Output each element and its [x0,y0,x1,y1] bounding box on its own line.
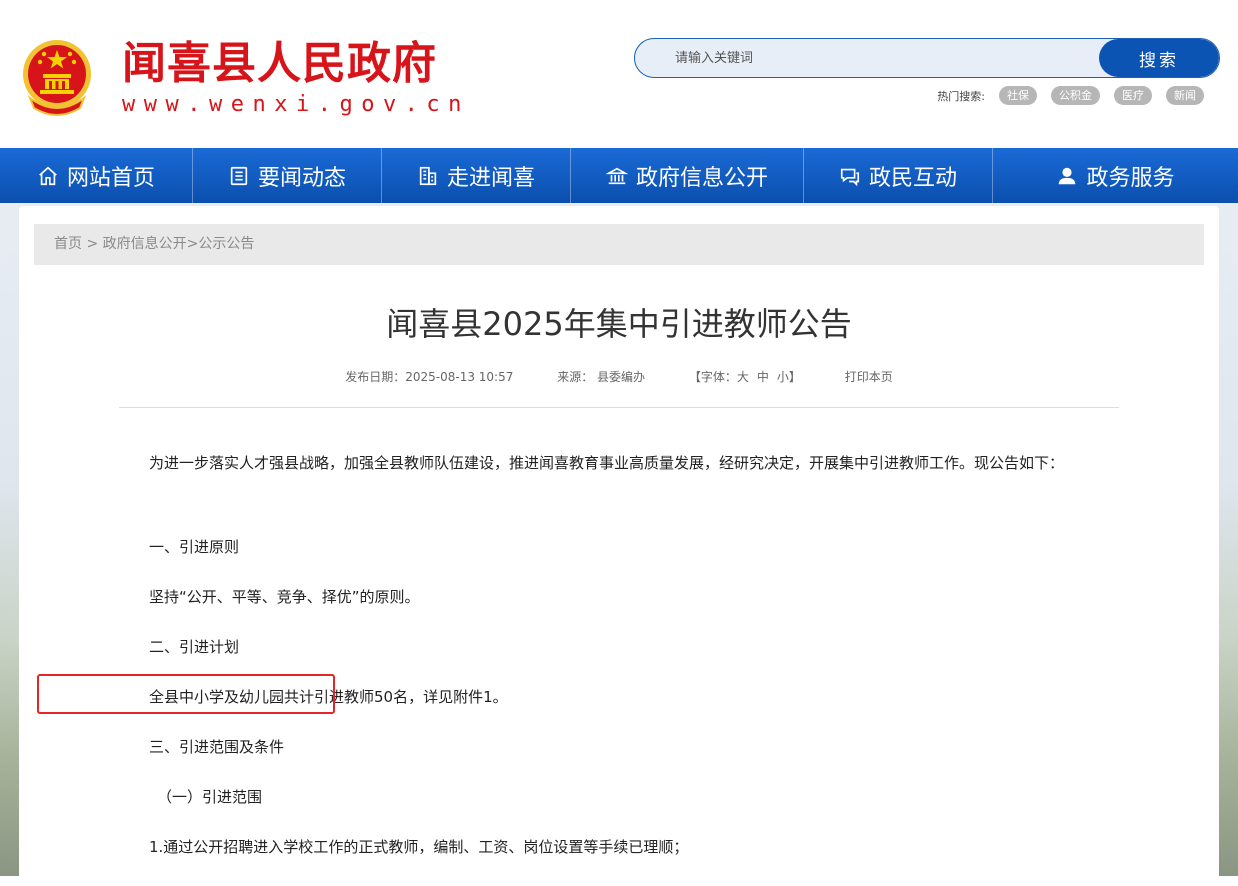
article-title: 闻喜县2025年集中引进教师公告 [386,305,852,343]
highlight-annotation-box [37,674,335,714]
nav-item-about[interactable]: 走进闻喜 [382,148,571,203]
government-icon [605,167,628,184]
main-nav: 网站首页 要闻动态 走进闻喜 政府信息公开 政民互动 政务服务 [0,148,1238,203]
chat-icon [840,168,860,186]
paragraph: 坚持“公开、平等、竞争、择优”的原则。 [149,588,420,606]
site-header: 闻喜县人民政府 www.wenxi.gov.cn 搜索 热门搜索: 社保 公积金… [0,0,1238,148]
hot-tag-social-security[interactable]: 社保 [999,86,1037,105]
article-meta: 发布日期：2025-08-13 10:57 来源： 县委编办 【字体：大中小】 … [19,368,1219,385]
breadcrumb-home[interactable]: 首页 [54,236,82,252]
home-icon [39,166,57,185]
breadcrumb-separator: > [186,236,199,252]
nav-item-services[interactable]: 政务服务 [993,148,1238,203]
nav-label-interaction: 政民互动 [868,165,957,191]
nav-item-news[interactable]: 要闻动态 [193,148,382,203]
nav-label-news: 要闻动态 [257,165,346,191]
print-link[interactable]: 打印本页 [845,370,893,384]
font-size-small[interactable]: 小 [777,370,789,384]
nav-item-home[interactable]: 网站首页 [0,148,193,203]
font-size-suffix: 】 [788,370,801,384]
breadcrumb-separator: > [82,236,103,252]
document-icon [230,166,248,185]
breadcrumb: 首页 > 政府信息公开>公示公告 [34,224,1204,265]
hot-search: 热门搜索: 社保 公积金 医疗 新闻 [937,86,1204,105]
article-source: 来源： 县委编办 [557,370,646,384]
search-button[interactable]: 搜索 [1099,39,1219,77]
section-heading: 一、引进原则 [149,538,240,556]
nav-label-home: 网站首页 [66,165,155,191]
hot-search-label: 热门搜索: [937,89,985,103]
nav-item-interaction[interactable]: 政民互动 [804,148,993,203]
paragraph: 1.通过公开招聘进入学校工作的正式教师，编制、工资、岗位设置等手续已理顺； [149,838,689,856]
nav-label-about: 走进闻喜 [446,165,535,191]
nav-item-gov-info[interactable]: 政府信息公开 [571,148,804,203]
breadcrumb-section[interactable]: 政府信息公开 [103,236,187,252]
user-icon [1059,167,1076,184]
paragraph-intro: 为进一步落实人才强县战略，加强全县教师队伍建设，推进闻喜教育事业高质量发展，经研… [149,454,1065,472]
font-size-medium[interactable]: 中 [757,370,769,384]
hot-tag-housing-fund[interactable]: 公积金 [1051,86,1100,105]
national-emblem-icon[interactable] [20,38,94,118]
site-title[interactable]: 闻喜县人民政府 [122,38,437,90]
section-heading: 二、引进计划 [149,638,240,656]
divider [119,407,1119,408]
hot-tag-medical[interactable]: 医疗 [1114,86,1152,105]
font-size-prefix: 【字体： [688,370,737,384]
content-panel: 首页 > 政府信息公开>公示公告 闻喜县2025年集中引进教师公告 发布日期：2… [19,206,1219,886]
nav-label-services: 政务服务 [1086,165,1175,191]
font-size-controls: 【字体：大中小】 [689,370,801,384]
nav-label-gov-info: 政府信息公开 [635,165,768,191]
breadcrumb-current[interactable]: 公示公告 [198,236,254,252]
building-icon [419,166,437,185]
site-domain: www.wenxi.gov.cn [122,92,470,117]
font-size-large[interactable]: 大 [737,370,749,384]
search-input[interactable] [635,39,1095,77]
publish-date: 发布日期：2025-08-13 10:57 [345,370,514,384]
subsection-heading: （一）引进范围 [157,788,263,806]
section-heading: 三、引进范围及条件 [149,738,285,756]
hot-tag-news[interactable]: 新闻 [1166,86,1204,105]
search-bar: 搜索 [634,38,1220,78]
